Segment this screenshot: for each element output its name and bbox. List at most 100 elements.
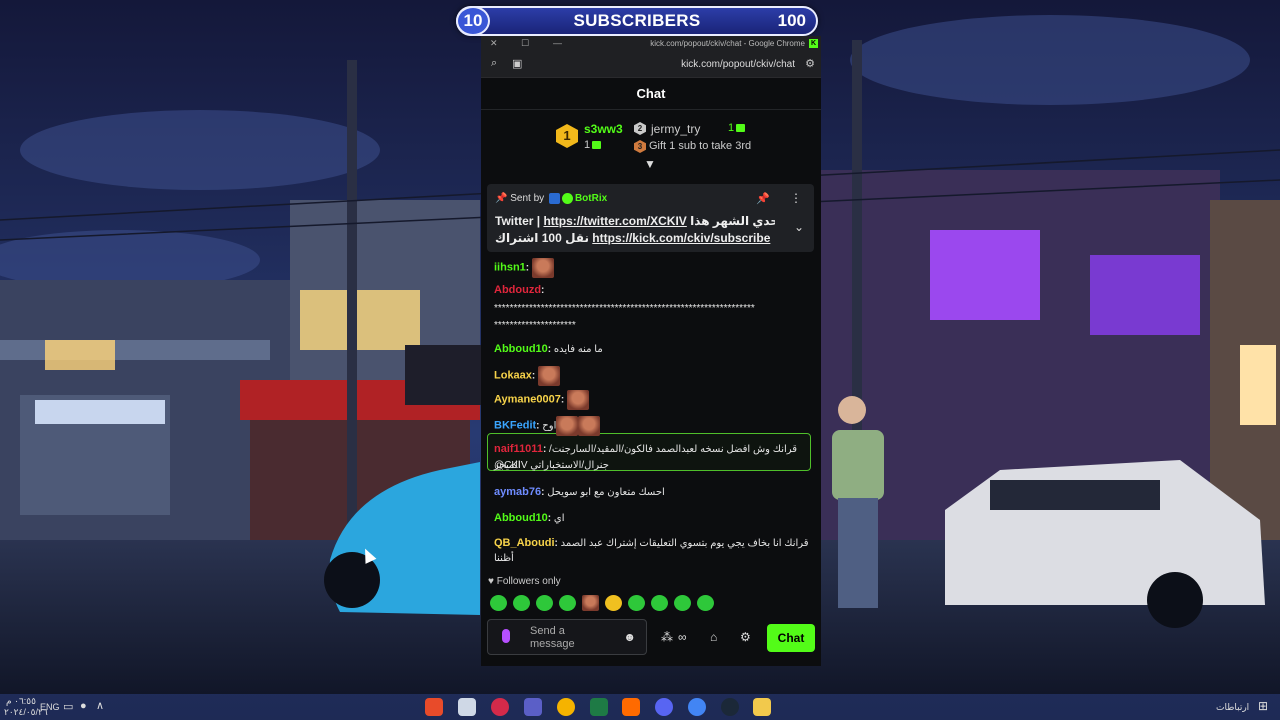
settings-icon[interactable]: ⚙	[740, 630, 751, 644]
window-titlebar: ✕ ☐ — kick.com/popout/ckiv/chat - Google…	[481, 36, 821, 52]
emote-icon[interactable]	[697, 594, 714, 611]
pinned-message: 📌 Sent by BotRix 📌 ⋮ Twitter | https://t…	[487, 184, 814, 252]
chat-message-text: اوح	[542, 420, 557, 432]
pin-icon[interactable]: 📌	[756, 192, 770, 205]
window-title: kick.com/popout/ckiv/chat - Google Chrom…	[650, 39, 805, 48]
rank-1-name[interactable]: s3ww3	[584, 122, 623, 136]
chat-username[interactable]: naif11011	[494, 443, 543, 455]
emote-icon[interactable]	[582, 594, 599, 611]
close-icon[interactable]: ✕	[490, 38, 498, 49]
chat-username[interactable]: BKFedit	[494, 420, 536, 432]
mic-tray-icon[interactable]: ●	[80, 700, 87, 712]
app-icon[interactable]	[458, 698, 476, 716]
chat-username[interactable]: iihsn1	[494, 262, 526, 274]
language-indicator[interactable]: ENG	[40, 702, 60, 712]
chat-message: QB_Aboudi: قرانك انا بخاف يجي يوم بتسوي …	[494, 537, 809, 549]
store-icon[interactable]: ⌂	[710, 630, 717, 644]
infinity-icon[interactable]: ∞	[678, 630, 687, 644]
followers-only-indicator: ♥ Followers only	[488, 576, 561, 587]
app-icon[interactable]	[425, 698, 443, 716]
steam-icon[interactable]	[721, 698, 739, 716]
chat-input[interactable]: Send a message ☻	[487, 619, 647, 655]
app-icon[interactable]	[590, 698, 608, 716]
chat-username[interactable]: QB_Aboudi	[494, 537, 555, 549]
chat-message-text: اي	[553, 513, 565, 524]
mic-icon[interactable]	[502, 629, 510, 643]
rank-2-badge: 2	[634, 122, 646, 135]
discord-icon[interactable]	[655, 698, 673, 716]
chat-username[interactable]: Abboud10	[494, 343, 548, 355]
emote-icon[interactable]	[559, 594, 576, 611]
chat-username[interactable]: Abdouzd	[494, 284, 541, 296]
address-bar[interactable]: ⌕ ▣ kick.com/popout/ckiv/chat ⚙	[481, 52, 821, 78]
emote-icon[interactable]	[628, 594, 645, 611]
subscriber-goal-bar: 10 SUBSCRIBERS 100	[456, 6, 818, 36]
gift-icon	[592, 141, 602, 150]
links-label[interactable]: ارتباطات	[1216, 702, 1249, 713]
windows-start-icon[interactable]: ⊞	[1258, 699, 1268, 713]
points-icon[interactable]: ⁂	[661, 630, 673, 644]
chrome-icon[interactable]	[688, 698, 706, 716]
chat-message: Lokaax:	[494, 366, 810, 386]
chat-message: Abboud10: ما منه فايده	[494, 343, 603, 355]
chat-message: Abboud10: اي	[494, 512, 565, 524]
chat-message-text: أظننا	[494, 553, 514, 564]
emote-icon[interactable]	[513, 594, 530, 611]
chevron-down-icon[interactable]: ▼	[644, 157, 656, 171]
verified-icon	[561, 193, 573, 204]
emote-icon[interactable]	[578, 416, 601, 436]
chat-message: *********************	[494, 318, 810, 334]
chat-message: Aymane0007:	[494, 390, 810, 410]
send-chat-button[interactable]: Chat	[767, 624, 815, 652]
chat-input-placeholder[interactable]: Send a message	[530, 625, 600, 651]
more-options-icon[interactable]: ⋮	[790, 191, 802, 205]
rank-3-hint: Gift 1 sub to take 3rd	[649, 140, 752, 152]
subscribe-link[interactable]: https://kick.com/ckiv/subscribe	[592, 231, 770, 245]
chat-message-text: ****************************************…	[494, 303, 755, 314]
chat-message-text: @CKIV جنرال/الاستخباراتي	[494, 460, 609, 471]
chat-username[interactable]: Aymane0007	[494, 394, 561, 406]
app-icon[interactable]	[491, 698, 509, 716]
rank-2-count: 1	[728, 122, 746, 134]
emote-icon[interactable]	[651, 594, 668, 611]
emote-icon[interactable]	[538, 366, 561, 386]
chat-message-text: احسك متعاون مع ابو سويحل	[547, 487, 665, 498]
rank-1-count: 1	[584, 139, 602, 151]
tray-chevron-icon[interactable]: ∧	[96, 699, 104, 712]
app-icon[interactable]	[557, 698, 575, 716]
network-icon[interactable]: ▭	[63, 700, 73, 713]
folder-icon[interactable]	[753, 698, 771, 716]
emote-icon[interactable]	[490, 594, 507, 611]
app-icon[interactable]	[622, 698, 640, 716]
rank-2-name[interactable]: jermy_try	[651, 122, 700, 136]
chat-message: aymab76: احسك متعاون مع ابو سويحل	[494, 486, 665, 498]
url-text[interactable]: kick.com/popout/ckiv/chat	[681, 59, 795, 70]
emoji-icon[interactable]: ☻	[623, 630, 636, 644]
chat-username[interactable]: aymab76	[494, 486, 541, 498]
chat-username[interactable]: Abboud10	[494, 512, 548, 524]
rank-3-badge: 3	[634, 140, 646, 153]
emote-icon[interactable]	[531, 258, 554, 278]
gift-icon	[736, 124, 746, 133]
emote-icon[interactable]	[536, 594, 553, 611]
minimize-icon[interactable]: —	[553, 38, 562, 48]
twitter-link[interactable]: https://twitter.com/XCKIV	[543, 214, 686, 228]
clock-time[interactable]: ٠٦:٥٥ م	[6, 696, 36, 707]
site-info-icon[interactable]: ▣	[512, 57, 522, 70]
maximize-icon[interactable]: ☐	[521, 38, 529, 49]
expand-chevron-icon[interactable]: ⌄	[794, 220, 804, 234]
chat-popout-window: ✕ ☐ — kick.com/popout/ckiv/chat - Google…	[481, 36, 821, 666]
tune-icon[interactable]: ⚙	[805, 57, 815, 70]
emote-icon[interactable]	[605, 594, 622, 611]
clock-date[interactable]: ٢٠٢٤/٠٥/٢٦	[4, 707, 48, 718]
search-icon[interactable]: ⌕	[491, 57, 497, 70]
app-icon[interactable]	[524, 698, 542, 716]
chat-message-text: قرانك انا بخاف يجي يوم بتسوي التعليقات إ…	[560, 538, 809, 549]
emote-icon[interactable]	[674, 594, 691, 611]
chat-message: BKFedit: اوح	[494, 416, 810, 436]
kick-logo-icon: K	[809, 39, 818, 48]
emote-icon[interactable]	[556, 416, 579, 436]
emote-icon[interactable]	[566, 390, 589, 410]
chat-username[interactable]: Lokaax	[494, 370, 532, 382]
pinned-line-1: Twitter | https://twitter.com/XCKIV تحدي…	[495, 214, 775, 228]
